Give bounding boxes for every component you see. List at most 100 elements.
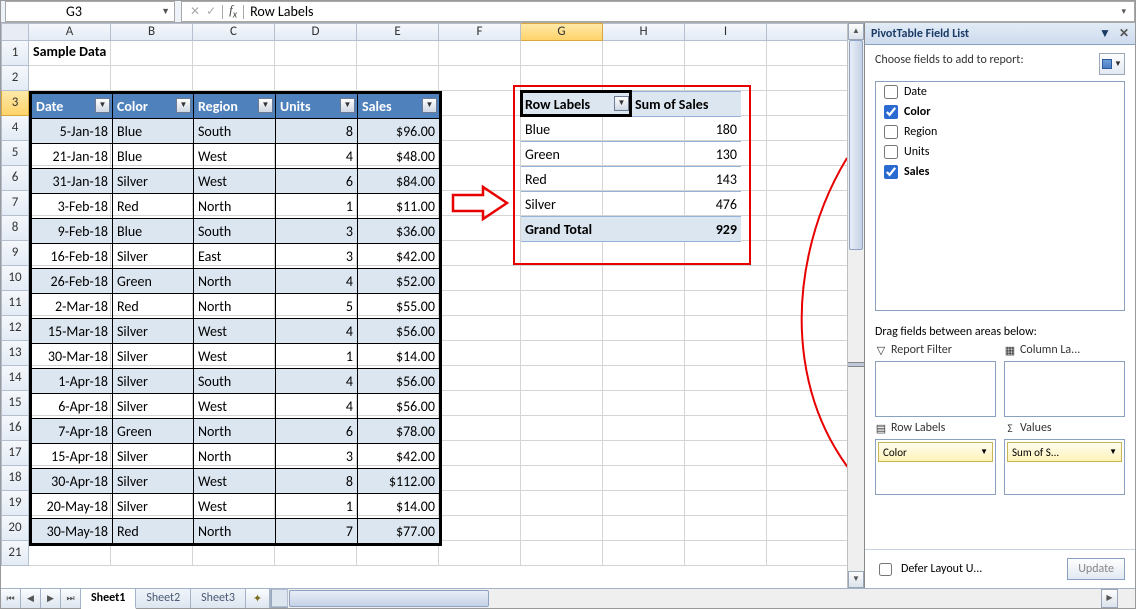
cell[interactable] <box>685 491 767 516</box>
cell[interactable] <box>439 491 521 516</box>
row-header-9[interactable]: 9 <box>1 241 29 266</box>
cell[interactable] <box>521 391 603 416</box>
prev-sheet-button[interactable]: ◀ <box>21 589 41 608</box>
field-checkbox[interactable] <box>884 85 898 99</box>
cell[interactable] <box>193 41 275 66</box>
values-dropzone[interactable]: Sum of S...▼ <box>1004 439 1125 495</box>
cell[interactable] <box>603 266 685 291</box>
table-row[interactable]: 9-Feb-18BlueSouth3$36.00 <box>32 219 440 244</box>
cell[interactable] <box>685 441 767 466</box>
cell[interactable] <box>439 266 521 291</box>
cell[interactable] <box>111 66 193 91</box>
cell[interactable] <box>439 316 521 341</box>
field-checkbox[interactable] <box>884 145 898 159</box>
cell[interactable] <box>603 366 685 391</box>
cell[interactable] <box>521 341 603 366</box>
cell[interactable] <box>603 291 685 316</box>
scroll-right-button[interactable]: ▶ <box>1101 589 1118 608</box>
cell[interactable] <box>439 416 521 441</box>
cell[interactable] <box>685 391 767 416</box>
field-checkbox[interactable] <box>884 165 898 179</box>
cell[interactable] <box>439 191 521 216</box>
row-header-8[interactable]: 8 <box>1 216 29 241</box>
cell[interactable] <box>603 341 685 366</box>
row-header-5[interactable]: 5 <box>1 141 29 166</box>
column-header-d[interactable]: D <box>275 23 357 41</box>
last-sheet-button[interactable]: ⏭ <box>61 589 81 608</box>
cell[interactable] <box>439 541 521 566</box>
cell[interactable] <box>521 491 603 516</box>
cell[interactable] <box>767 241 849 266</box>
cell[interactable] <box>439 116 521 141</box>
pivot-row[interactable]: Blue180 <box>521 117 741 142</box>
cell[interactable] <box>603 391 685 416</box>
pivot-grand-total-label[interactable]: Grand Total <box>521 217 631 242</box>
field-color[interactable]: Color <box>876 102 1124 122</box>
column-header-f[interactable]: F <box>439 23 521 41</box>
row-header-20[interactable]: 20 <box>1 516 29 541</box>
cell[interactable] <box>357 41 439 66</box>
cell-a1[interactable]: Sample Data <box>29 41 110 66</box>
cell[interactable] <box>685 516 767 541</box>
cell[interactable] <box>439 91 521 116</box>
close-pane-icon[interactable]: ✕ <box>1119 26 1129 41</box>
row-header-6[interactable]: 6 <box>1 166 29 191</box>
table-row[interactable]: 2-Mar-18RedNorth5$55.00 <box>32 294 440 319</box>
cell[interactable] <box>439 441 521 466</box>
field-date[interactable]: Date <box>876 82 1124 102</box>
cancel-icon[interactable]: ✕ <box>190 4 200 19</box>
chevron-down-icon[interactable]: ▼ <box>980 447 988 457</box>
value-field-item[interactable]: Sum of S...▼ <box>1007 442 1122 462</box>
row-header-12[interactable]: 12 <box>1 316 29 341</box>
field-sales[interactable]: Sales <box>876 162 1124 182</box>
cell[interactable] <box>767 516 849 541</box>
pivot-grand-total-value[interactable]: 929 <box>631 217 741 242</box>
cell[interactable] <box>439 341 521 366</box>
row-header-18[interactable]: 18 <box>1 466 29 491</box>
table-row[interactable]: 5-Jan-18BlueSouth8$96.00 <box>32 119 440 144</box>
table-header-sales[interactable]: Sales▼ <box>358 94 440 119</box>
cell[interactable] <box>521 441 603 466</box>
cell[interactable] <box>685 316 767 341</box>
cell[interactable] <box>439 166 521 191</box>
cell[interactable] <box>767 216 849 241</box>
row-field-item[interactable]: Color▼ <box>878 442 993 462</box>
next-sheet-button[interactable]: ▶ <box>41 589 61 608</box>
cell[interactable] <box>603 241 685 266</box>
cell[interactable] <box>439 141 521 166</box>
report-filter-dropzone[interactable] <box>875 361 996 417</box>
column-header-b[interactable]: B <box>111 23 193 41</box>
cell[interactable] <box>767 91 849 116</box>
scroll-up-button[interactable]: ▲ <box>848 23 864 40</box>
cell[interactable] <box>521 466 603 491</box>
table-row[interactable]: 21-Jan-18BlueWest4$48.00 <box>32 144 440 169</box>
cell[interactable] <box>685 66 767 91</box>
pane-options-icon[interactable]: ▼ <box>1099 26 1111 41</box>
cell[interactable] <box>439 241 521 266</box>
fx-icon[interactable]: fx <box>229 2 237 21</box>
select-all-corner[interactable] <box>1 23 29 41</box>
cell[interactable] <box>439 66 521 91</box>
cell[interactable] <box>685 366 767 391</box>
scroll-down-button[interactable]: ▼ <box>848 571 864 588</box>
cell[interactable] <box>603 66 685 91</box>
formula-bar[interactable]: Row Labels <box>250 3 1115 20</box>
enter-icon[interactable]: ✓ <box>206 4 216 19</box>
column-labels-dropzone[interactable] <box>1004 361 1125 417</box>
table-row[interactable]: 3-Feb-18RedNorth1$11.00 <box>32 194 440 219</box>
row-header-17[interactable]: 17 <box>1 441 29 466</box>
row-header-16[interactable]: 16 <box>1 416 29 441</box>
row-header-2[interactable]: 2 <box>1 66 29 91</box>
row-header-7[interactable]: 7 <box>1 191 29 216</box>
cell[interactable] <box>275 41 357 66</box>
field-units[interactable]: Units <box>876 142 1124 162</box>
cell[interactable] <box>603 441 685 466</box>
field-region[interactable]: Region <box>876 122 1124 142</box>
update-button[interactable]: Update <box>1067 558 1125 580</box>
cell[interactable] <box>439 466 521 491</box>
filter-dropdown-icon[interactable]: ▼ <box>614 96 629 111</box>
sheet-tab-sheet1[interactable]: Sheet1 <box>81 589 136 609</box>
cell[interactable] <box>767 391 849 416</box>
field-checkbox[interactable] <box>884 105 898 119</box>
cell[interactable] <box>685 466 767 491</box>
